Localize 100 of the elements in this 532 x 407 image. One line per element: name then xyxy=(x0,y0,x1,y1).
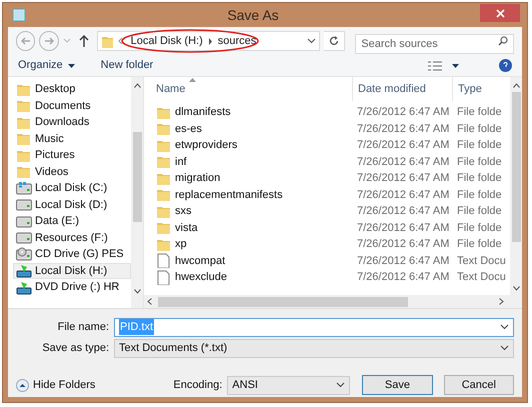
scrollbar-thumb[interactable] xyxy=(132,132,142,222)
sidebar-item[interactable]: DVD Drive (:) HR xyxy=(13,279,131,296)
scrollbar[interactable] xyxy=(510,77,522,295)
column-header[interactable]: Date modified xyxy=(352,77,452,101)
drive-icon xyxy=(16,263,32,278)
document-icon xyxy=(156,253,170,268)
table-cell-text: 7/26/2012 6:47 AM xyxy=(356,254,450,268)
scrollbar[interactable] xyxy=(131,77,143,308)
file-name[interactable]: es-es xyxy=(175,120,202,137)
close-icon xyxy=(496,8,504,18)
breadcrumb[interactable]: sources xyxy=(218,32,256,50)
save-button[interactable]: Save xyxy=(362,375,433,395)
new-folder-button[interactable]: New folder xyxy=(100,57,154,74)
file-name[interactable]: hwcompat xyxy=(175,252,226,269)
table-cell-text: File folde xyxy=(456,220,503,236)
file-name[interactable]: dlmanifests xyxy=(175,104,231,120)
column-header[interactable]: Name xyxy=(144,77,352,101)
organize-menu[interactable]: Organize xyxy=(18,57,75,74)
sidebar-item[interactable]: Local Disk (D:) xyxy=(13,196,131,213)
file-name[interactable]: etwproviders xyxy=(175,137,238,154)
file-name[interactable]: hwexclude xyxy=(175,269,227,286)
caret-icon xyxy=(62,38,71,44)
drive-icon xyxy=(16,214,32,229)
file-type-dropdown[interactable]: Text Documents (*.txt) xyxy=(114,338,514,358)
arrow-icon xyxy=(20,36,31,46)
table-cell-text: File folde xyxy=(456,188,503,202)
file-name[interactable]: migration xyxy=(175,170,220,186)
table-cell-text: File folde xyxy=(456,105,503,120)
table-cell-text: 7/26/2012 6:47 AM xyxy=(356,105,450,120)
field-label: File name: xyxy=(56,320,109,335)
file-name[interactable]: replacementmanifests xyxy=(175,186,283,203)
folder-icon xyxy=(156,187,170,202)
list-view-icon xyxy=(428,60,442,70)
table-cell-text: File folde xyxy=(456,171,503,186)
table-cell-text: 7/26/2012 6:47 AM xyxy=(356,122,450,136)
table-cell-text: 7/26/2012 6:47 AM xyxy=(356,204,450,219)
app-icon xyxy=(12,8,26,22)
scroll-left-icon xyxy=(147,298,152,305)
sidebar-item[interactable]: Videos xyxy=(13,164,131,180)
search-icon xyxy=(498,36,508,46)
file-name[interactable]: vista xyxy=(175,220,198,236)
sidebar-item[interactable]: Music xyxy=(13,130,131,147)
sidebar-item[interactable]: Local Disk (C:) xyxy=(13,180,131,196)
forward-button[interactable] xyxy=(39,31,59,51)
field-label: Save as type: xyxy=(41,340,109,356)
table-cell-text: 7/26/2012 6:47 AM xyxy=(356,154,450,170)
scroll-up-icon xyxy=(512,83,520,88)
file-name[interactable]: sxs xyxy=(175,203,192,220)
caret-icon xyxy=(452,64,459,68)
scrollbar-thumb[interactable] xyxy=(158,296,408,306)
file-name[interactable]: xp xyxy=(175,236,187,252)
help-icon xyxy=(503,62,508,69)
scroll-down-icon xyxy=(134,289,140,294)
sidebar-item[interactable]: Downloads xyxy=(13,114,131,130)
refresh-icon xyxy=(329,36,340,46)
close-button[interactable] xyxy=(480,4,520,22)
table-cell-text: File folde xyxy=(456,204,503,219)
caret-icon xyxy=(68,64,75,68)
drive-icon xyxy=(16,197,32,212)
table-cell-text: Text Docu xyxy=(456,270,507,285)
help-button[interactable] xyxy=(499,59,512,72)
collapse-icon xyxy=(16,378,29,392)
table-cell-text: 7/26/2012 6:47 AM xyxy=(356,171,450,186)
breadcrumb[interactable]: Local Disk (H:) xyxy=(130,32,203,50)
sidebar-item[interactable]: CD Drive (G) PES xyxy=(13,246,131,262)
folder-icon xyxy=(156,220,170,236)
sidebar-item[interactable]: Data (E:) xyxy=(13,213,131,230)
sidebar-item[interactable]: Desktop xyxy=(13,81,131,98)
sidebar-item[interactable]: Pictures xyxy=(13,147,131,164)
address-bar[interactable]: Local Disk (H:) sources xyxy=(96,31,320,51)
folder-icon xyxy=(100,34,113,48)
sort-arrow-icon xyxy=(189,78,196,82)
separator-icon xyxy=(208,38,213,44)
folder-icon xyxy=(16,131,32,146)
table-cell-text: File folde xyxy=(456,237,503,252)
scrollbar[interactable] xyxy=(144,295,522,308)
search-field[interactable]: Search sources xyxy=(355,34,514,54)
table-cell-text: File folde xyxy=(456,122,503,136)
scroll-right-icon xyxy=(499,298,504,305)
sidebar-item[interactable]: Local Disk (H:) xyxy=(13,262,131,279)
cd-drive-icon xyxy=(16,246,32,262)
table-cell-text: Text Docu xyxy=(456,254,507,268)
sidebar-item[interactable]: Resources (F:) xyxy=(13,230,131,246)
drive-icon xyxy=(16,280,32,295)
table-cell-text: 7/26/2012 6:47 AM xyxy=(356,270,450,285)
back-button[interactable] xyxy=(16,31,36,51)
table-cell-text: 7/26/2012 6:47 AM xyxy=(356,237,450,252)
table-cell-text: 7/26/2012 6:47 AM xyxy=(356,220,450,236)
scrollbar-thumb[interactable] xyxy=(512,92,520,242)
view-options-button[interactable] xyxy=(428,60,459,70)
cancel-button[interactable]: Cancel xyxy=(444,375,514,395)
folder-icon xyxy=(156,121,170,136)
table-cell-text: File folde xyxy=(456,154,503,170)
hide-folders-button[interactable]: Hide Folders xyxy=(16,376,96,394)
dropdown-icon xyxy=(336,382,346,388)
file-name[interactable]: inf xyxy=(175,154,187,170)
encoding-dropdown[interactable]: ANSI xyxy=(227,376,350,394)
table-cell-text: 7/26/2012 6:47 AM xyxy=(356,138,450,153)
refresh-button[interactable] xyxy=(324,31,346,51)
sidebar-item[interactable]: Documents xyxy=(13,98,131,114)
